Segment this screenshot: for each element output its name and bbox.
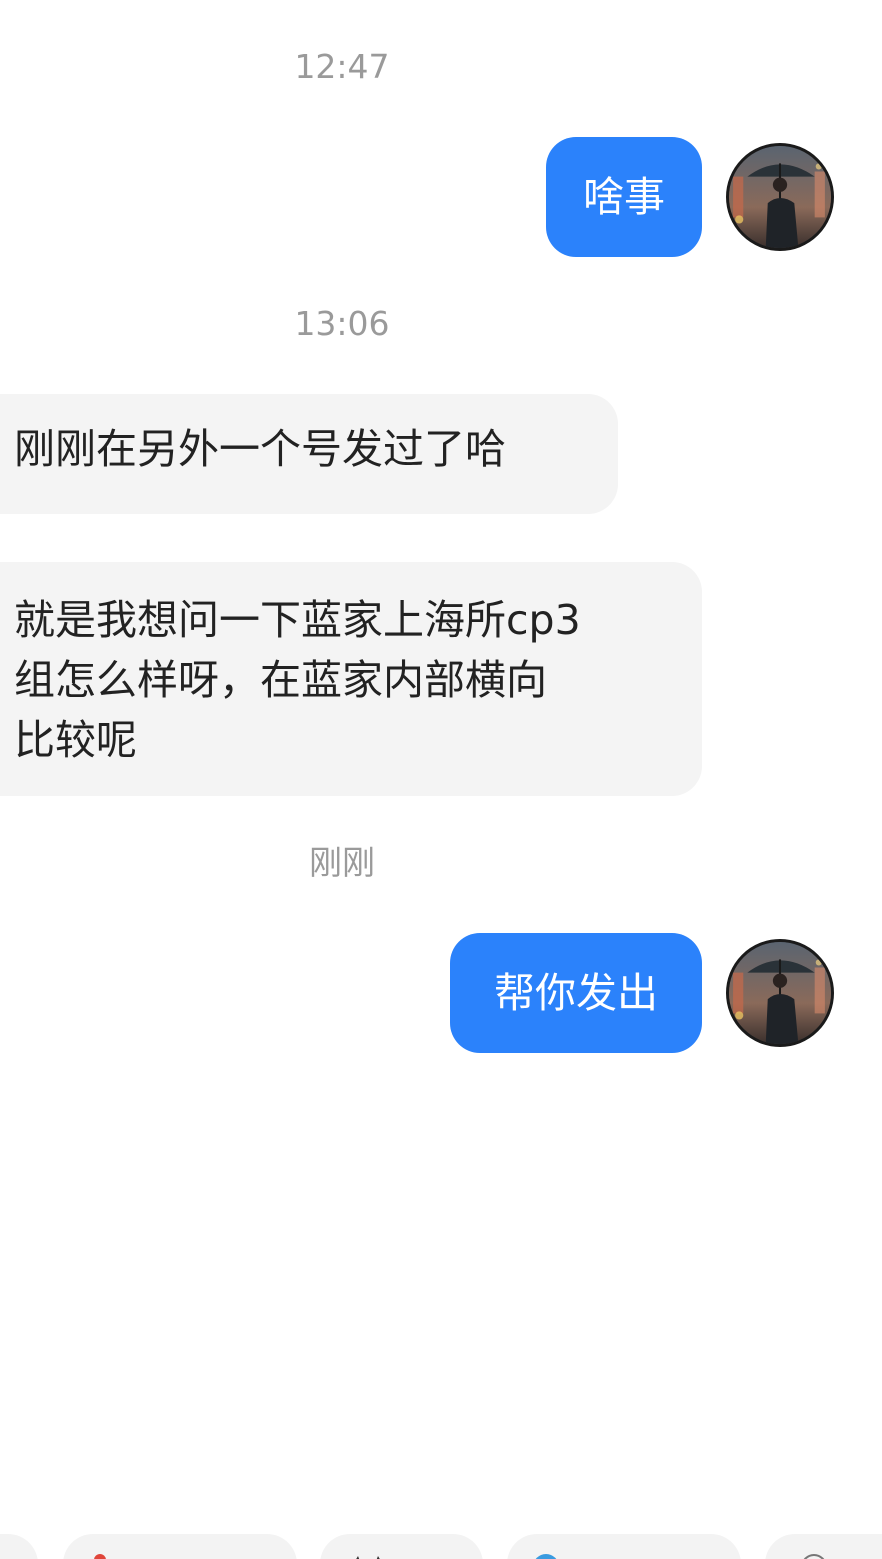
user-avatar[interactable] — [726, 143, 834, 251]
gray-circle-icon — [803, 1554, 825, 1559]
outgoing-message-bubble[interactable]: 啥事 — [546, 137, 702, 257]
message-timestamp: 12:47 — [294, 47, 390, 86]
quick-action-chip[interactable] — [507, 1534, 741, 1559]
avatar-umbrella-icon — [729, 942, 831, 1044]
cat-ears-icon — [356, 1556, 380, 1559]
globe-icon — [535, 1554, 557, 1559]
red-flower-icon — [94, 1554, 106, 1559]
message-timestamp: 13:06 — [294, 304, 390, 343]
message-timestamp: 刚刚 — [309, 843, 375, 882]
message-line: 就是我想问一下蓝家上海所cp3 — [14, 596, 581, 644]
quick-action-chip[interactable] — [0, 1534, 38, 1559]
quick-action-chip[interactable] — [320, 1534, 483, 1559]
incoming-message-bubble[interactable]: 刚刚在另外一个号发过了哈 — [0, 394, 618, 514]
outgoing-message-bubble[interactable]: 帮你发出 — [450, 933, 702, 1053]
message-text: 刚刚在另外一个号发过了哈 — [14, 425, 506, 473]
message-line: 组怎么样呀，在蓝家内部横向 — [14, 656, 547, 704]
incoming-message-bubble[interactable]: 就是我想问一下蓝家上海所cp3 组怎么样呀，在蓝家内部横向 比较呢 — [0, 562, 702, 796]
quick-action-chip[interactable] — [765, 1534, 882, 1559]
quick-action-chip[interactable] — [63, 1534, 297, 1559]
avatar-umbrella-icon — [729, 146, 831, 248]
chat-screen: 12:47 啥事 13:06 刚刚在另外一个号发过了哈 就是我想问一下蓝家上海所… — [0, 0, 882, 1559]
user-avatar[interactable] — [726, 939, 834, 1047]
message-line: 比较呢 — [14, 716, 137, 764]
message-text: 啥事 — [583, 173, 665, 221]
message-text: 帮你发出 — [494, 969, 658, 1017]
quick-action-bar — [0, 1530, 882, 1559]
